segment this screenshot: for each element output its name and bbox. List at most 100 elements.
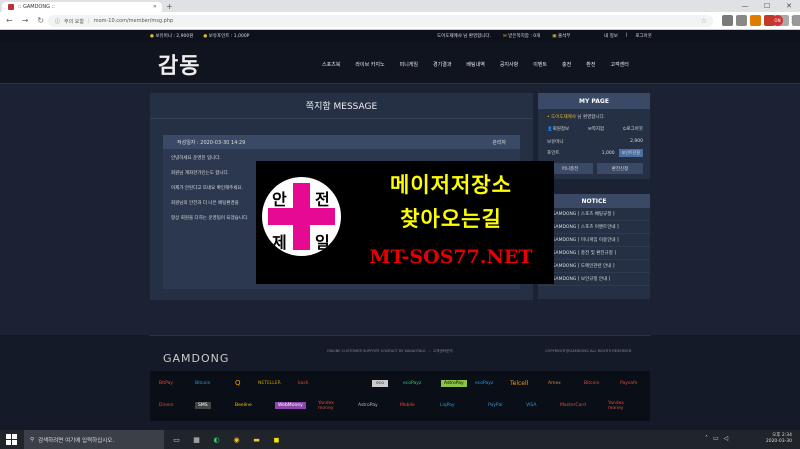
payment-logo: PayPal (488, 403, 503, 408)
mypage-links: 👤회원정보 ✉쪽지함 ⏻로그아웃 (547, 126, 643, 132)
camtasia-icon[interactable]: ◐ (210, 433, 223, 446)
payment-logo: MasterCard (560, 403, 586, 408)
payment-logo: Mobile (400, 403, 415, 408)
menu-item[interactable]: 고객센터 (610, 61, 628, 68)
notice-title: NOTICE (538, 194, 650, 208)
welcome-text: 도어도재메샤 님 환영합니다. (437, 34, 491, 39)
clock[interactable]: 오후 2:34 2020-03-30 (740, 433, 792, 445)
point-balance: ● 보유포인트 : 1,000P (203, 34, 250, 39)
extension-icon[interactable] (736, 15, 747, 26)
menu-item[interactable]: 공지사항 (500, 61, 518, 68)
footer-divider (150, 335, 650, 336)
info-icon[interactable]: ⓘ (55, 18, 60, 25)
main-menu: 스포츠북 라이브 카지노 미니게임 경기결과 베팅내역 공지사항 이벤트 충전 … (322, 61, 629, 68)
menu-item[interactable]: 경기결과 (433, 61, 451, 68)
taskbar-search[interactable]: ⚲ 검색하려면 여기에 입력하십시오. (24, 430, 164, 449)
browser-tabbar: :: GAMDONG :: ✕ + — ☐ ✕ (0, 0, 800, 12)
payment-logo: Yandex money (318, 401, 334, 411)
taskbar-apps: ▭ ▦ ◐ ◉ ▬ ◼ (170, 433, 283, 446)
new-tab-icon[interactable]: + (166, 2, 173, 11)
payment-logo: Paysafe (620, 381, 638, 386)
notice-item[interactable]: GAMDONG [ 도메인관련 안내 ] (538, 260, 650, 273)
notice-item[interactable]: GAMDONG [ 보안규정 안내 ] (538, 273, 650, 286)
windows-start-icon[interactable] (6, 434, 17, 445)
notice-item[interactable]: GAMDONG [ 스포츠 베팅규정 ] (538, 208, 650, 221)
notice-item[interactable]: GAMDONG [ 충전 및 환전규정 ] (538, 247, 650, 260)
payment-logo: WebMoney (275, 402, 306, 409)
payment-logo: Beeline (235, 403, 252, 408)
forward-icon[interactable]: → (22, 16, 29, 26)
profile-avatar[interactable]: ON (772, 15, 783, 26)
bookmark-star-icon[interactable]: ☆ (701, 17, 707, 25)
logout-link[interactable]: ⏻로그아웃 (623, 126, 643, 132)
ad-line1: 메이저저장소 (390, 173, 512, 197)
mail-icon: ✉ (502, 34, 507, 39)
menu-item[interactable]: 미니게임 (400, 61, 418, 68)
message-link[interactable]: ✉쪽지함 (588, 126, 604, 132)
calendar-icon: ▣ (552, 34, 557, 39)
menu-item[interactable]: 이벤트 (533, 61, 547, 68)
myinfo-link[interactable]: 내 정보 (604, 33, 618, 39)
menu-item[interactable]: 스포츠북 (322, 61, 340, 68)
site-footer: GAMDONG ONLINE CUSTOMER SUPPORT CONTACT … (0, 335, 800, 430)
money-value: 2,900 (630, 139, 643, 144)
maximize-icon[interactable]: ☐ (756, 0, 778, 12)
calculator-icon[interactable]: ▦ (190, 433, 203, 446)
close-tab-icon[interactable]: ✕ (153, 4, 157, 10)
payment-logo: Bitcoin (584, 381, 600, 386)
payment-logo: NETELLER (258, 381, 281, 386)
ad-url: MT-SOS77.NET (369, 246, 533, 268)
withdraw-button[interactable]: 환전신청 (597, 163, 643, 174)
safety-seal-logo: 안 전 제 일 (262, 177, 341, 256)
payment-logo: Q (235, 379, 241, 387)
point-convert-button[interactable]: 포인트전환 (618, 149, 643, 157)
close-window-icon[interactable]: ✕ (778, 0, 800, 12)
reload-icon[interactable]: ↻ (37, 16, 44, 26)
point-value: 1,000 (601, 150, 615, 156)
message-header: 작성일자 : 2020-03-30 14:29 관리자 (163, 135, 520, 149)
payment-logo: Diners (159, 403, 174, 408)
url-bar[interactable]: ⓘ 주의 요함 | mom-10.com/member/msg.php ☆ (48, 15, 713, 27)
file-explorer-icon[interactable]: ▬ (250, 433, 263, 446)
money-row: 보유머니 2,900 (547, 139, 643, 145)
back-icon[interactable]: ← (6, 16, 13, 26)
notice-item[interactable]: GAMDONG [ 미니게임 이용안내 ] (538, 234, 650, 247)
chrome-icon[interactable]: ◉ (230, 433, 243, 446)
nav-buttons: ← → ↻ (6, 16, 44, 26)
system-tray: ˄ ▭ ◁ (705, 435, 728, 442)
mypage-panel: MY PAGE • 도어도재메샤 님 환영합니다. 👤회원정보 ✉쪽지함 ⏻로그… (538, 93, 650, 179)
notice-item[interactable]: GAMDONG [ 스포츠 이벤트안내 ] (538, 221, 650, 234)
overlay-ad-banner[interactable]: 안 전 제 일 메이저저장소 찾아오는길 MT-SOS77.NET (256, 161, 554, 284)
site-topbar: ● 보유머니 : 2,900원 ● 보유포인트 : 1,000P 도어도재메샤 … (0, 30, 800, 42)
attendance-link[interactable]: ▣ 출석부 (552, 33, 570, 39)
footer-logo: GAMDONG (163, 352, 230, 365)
extension-icon[interactable] (722, 15, 733, 26)
payment-logo: ecoPayz (475, 381, 494, 386)
extension-icon[interactable] (750, 15, 761, 26)
volume-icon[interactable]: ◁ (724, 435, 729, 442)
task-view-icon[interactable]: ▭ (170, 433, 183, 446)
kakaotalk-icon[interactable]: ◼ (270, 433, 283, 446)
browser-tab[interactable]: :: GAMDONG :: ✕ (2, 2, 162, 12)
minimize-icon[interactable]: — (734, 0, 756, 12)
tab-title: :: GAMDONG :: (18, 4, 55, 10)
network-icon[interactable]: ▭ (713, 435, 719, 442)
payment-logo: AstroPay (358, 403, 378, 408)
menu-item[interactable]: 환전 (586, 61, 595, 68)
menu-item[interactable]: 라이브 카지노 (355, 61, 384, 68)
chevron-up-icon[interactable]: ˄ (705, 435, 708, 442)
payment-logo: eco (372, 380, 388, 387)
payment-logo: BitPay (159, 381, 174, 386)
menu-kebab-icon[interactable]: ⋮ (788, 15, 796, 25)
point-row: 포인트 1,000 포인트전환 (547, 149, 643, 157)
member-info-link[interactable]: 👤회원정보 (547, 126, 569, 132)
menu-item[interactable]: 충전 (562, 61, 571, 68)
windows-taskbar: ⚲ 검색하려면 여기에 입력하십시오. ▭ ▦ ◐ ◉ ▬ ◼ ˄ ▭ ◁ 오후… (0, 430, 800, 449)
messages-link[interactable]: ✉ 받은쪽지함 : 0개 (503, 33, 540, 39)
message-date: 작성일자 : 2020-03-30 14:29 (177, 139, 246, 146)
site-header: 감동 스포츠북 라이브 카지노 미니게임 경기결과 베팅내역 공지사항 이벤트 … (0, 42, 800, 84)
site-logo[interactable]: 감동 (158, 48, 200, 80)
logout-link[interactable]: 로그아웃 (635, 33, 652, 39)
money-balance: ● 보유머니 : 2,900원 (150, 34, 194, 39)
menu-item[interactable]: 베팅내역 (466, 61, 484, 68)
